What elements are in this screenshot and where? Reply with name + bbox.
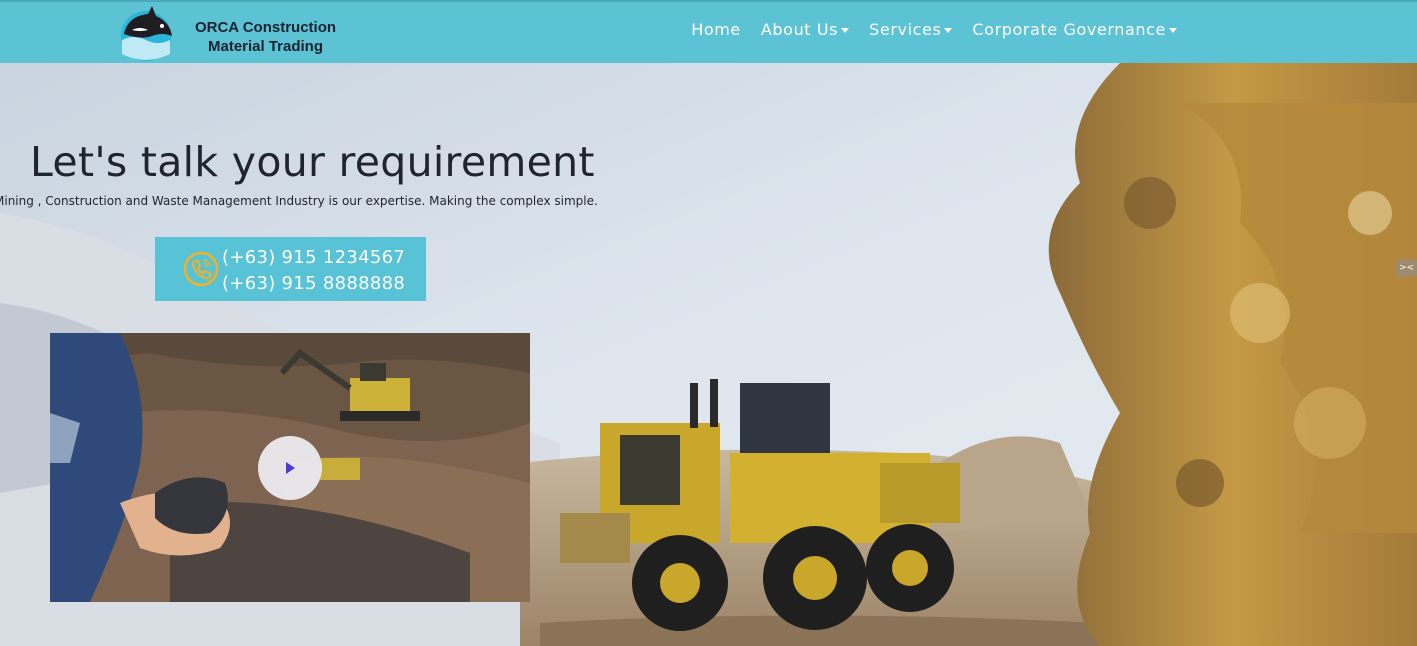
logo-line-2: Material Trading: [207, 38, 324, 55]
site-logo[interactable]: ORCA Construction Material Trading: [118, 4, 348, 62]
contact-phone-box[interactable]: (+63) 915 1234567 (+63) 915 8888888: [155, 237, 426, 301]
nav-about-us-label: About Us: [760, 20, 839, 39]
nav-services[interactable]: Services: [869, 20, 953, 39]
site-header: ORCA Construction Material Trading Home …: [0, 0, 1417, 63]
hero-section: Let's talk your requirement Mining , Con…: [0, 63, 1417, 646]
logo-line-1: ORCA Construction: [194, 19, 337, 36]
intro-video-thumbnail[interactable]: [50, 333, 530, 602]
caret-down-icon: [841, 28, 850, 33]
phone-numbers: (+63) 915 1234567 (+63) 915 8888888: [222, 245, 405, 297]
hero-headline: Let's talk your requirement: [30, 138, 595, 186]
main-nav: Home About Us Services Corporate Governa…: [691, 20, 1177, 39]
caret-down-icon: [1169, 28, 1177, 33]
orca-whale-icon: [121, 6, 172, 61]
caret-down-icon: [944, 28, 953, 33]
nav-services-label: Services: [869, 20, 942, 39]
play-icon[interactable]: [258, 436, 322, 500]
nav-home[interactable]: Home: [691, 20, 741, 39]
nav-home-label: Home: [691, 20, 741, 39]
hero-subline: Mining , Construction and Waste Manageme…: [0, 194, 598, 208]
collapse-arrows-icon[interactable]: ><: [1396, 259, 1417, 277]
logo-text: ORCA Construction Material Trading: [178, 18, 353, 56]
phone-number-1: (+63) 915 1234567: [222, 247, 406, 268]
nav-corporate-governance[interactable]: Corporate Governance: [972, 20, 1177, 39]
nav-about-us[interactable]: About Us: [760, 20, 850, 39]
phone-icon: [183, 251, 219, 287]
phone-number-2: (+63) 915 8888888: [222, 273, 406, 294]
nav-corporate-governance-label: Corporate Governance: [972, 20, 1166, 39]
